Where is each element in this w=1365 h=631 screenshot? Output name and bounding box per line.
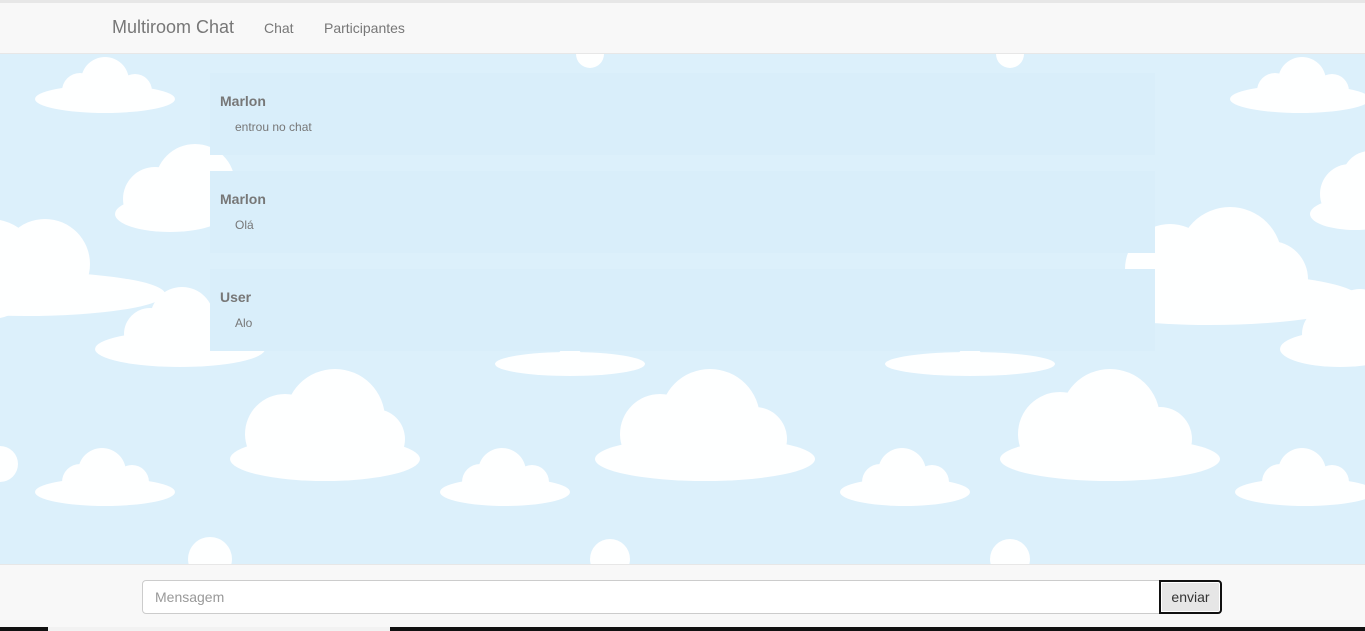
cloud bbox=[996, 54, 1024, 68]
cloud bbox=[188, 537, 232, 564]
cloud bbox=[590, 539, 630, 564]
cloud bbox=[230, 369, 420, 481]
cloud bbox=[576, 54, 604, 68]
message-text: entrou no chat bbox=[235, 120, 312, 134]
taskbar-strip bbox=[0, 627, 1365, 631]
cloud bbox=[840, 448, 970, 506]
cloud bbox=[1310, 151, 1365, 230]
chat-area: Marlon entrou no chat Marlon Olá User Al… bbox=[0, 54, 1365, 564]
message-author: User bbox=[220, 289, 252, 305]
message-author: Marlon bbox=[220, 93, 266, 109]
send-button[interactable]: enviar bbox=[1159, 580, 1222, 614]
message-text: Alo bbox=[235, 316, 253, 330]
nav-link-participantes[interactable]: Participantes bbox=[324, 20, 405, 36]
message-card: Marlon Olá bbox=[210, 171, 1155, 253]
cloud bbox=[0, 219, 165, 318]
message-input[interactable] bbox=[142, 580, 1160, 614]
cloud bbox=[1235, 448, 1365, 506]
taskbar-tab bbox=[48, 627, 390, 631]
message-text: Olá bbox=[235, 218, 254, 232]
message-author: Marlon bbox=[220, 191, 266, 207]
cloud bbox=[35, 448, 175, 506]
brand-title[interactable]: Multiroom Chat bbox=[112, 17, 234, 38]
message-card: User Alo bbox=[210, 269, 1155, 351]
cloud bbox=[1000, 369, 1220, 481]
navbar: Multiroom Chat Chat Participantes bbox=[0, 3, 1365, 54]
cloud bbox=[35, 57, 175, 113]
cloud bbox=[440, 448, 570, 506]
cloud bbox=[595, 369, 815, 481]
nav-link-chat[interactable]: Chat bbox=[264, 20, 294, 36]
cloud bbox=[0, 446, 18, 482]
message-composer: enviar bbox=[0, 564, 1365, 627]
message-card: Marlon entrou no chat bbox=[210, 73, 1155, 155]
cloud bbox=[990, 539, 1030, 564]
cloud bbox=[1230, 57, 1365, 113]
